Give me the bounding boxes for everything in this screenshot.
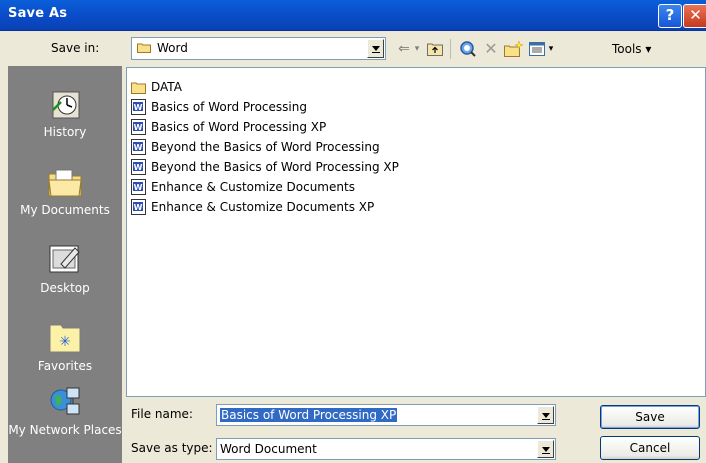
file-name: Basics of Word Processing XP: [151, 120, 327, 134]
toolbar-separator: [450, 39, 451, 59]
place-history[interactable]: History: [8, 86, 122, 139]
word-document-icon: W: [131, 179, 146, 195]
network-places-icon: [50, 387, 80, 415]
save-in-value: Word: [157, 41, 188, 55]
place-favorites[interactable]: ✳ Favorites: [8, 320, 122, 373]
up-one-level-icon[interactable]: [426, 40, 444, 58]
dropdown-arrow-icon[interactable]: [367, 39, 384, 58]
svg-text:W: W: [134, 143, 143, 152]
help-button[interactable]: ?: [658, 4, 682, 28]
history-icon: [52, 91, 80, 119]
save-as-type-value: Word Document: [220, 442, 317, 456]
word-document-icon: W: [131, 139, 146, 155]
new-folder-icon[interactable]: [504, 40, 524, 58]
svg-text:W: W: [134, 103, 143, 112]
folder-icon: [131, 82, 146, 94]
word-document-icon: W: [131, 159, 146, 175]
file-name-label: File name:: [131, 407, 193, 421]
search-web-icon[interactable]: [458, 40, 478, 58]
save-in-dropdown[interactable]: Word: [131, 37, 386, 60]
file-name: Basics of Word Processing: [151, 100, 307, 114]
place-label: Favorites: [37, 359, 93, 373]
word-document-icon: W: [131, 199, 146, 215]
svg-text:W: W: [134, 183, 143, 192]
file-name: DATA: [151, 80, 182, 94]
views-icon[interactable]: [528, 40, 546, 58]
dropdown-arrow-icon[interactable]: [537, 440, 554, 458]
save-button[interactable]: Save: [600, 405, 700, 429]
file-name: Beyond the Basics of Word Processing XP: [151, 160, 399, 174]
back-dropdown-icon[interactable]: ▾: [412, 40, 422, 58]
dropdown-arrow-icon[interactable]: [537, 406, 554, 424]
svg-text:W: W: [134, 163, 143, 172]
close-button[interactable]: ✕: [683, 4, 706, 28]
word-document-icon: W: [131, 119, 146, 135]
svg-text:W: W: [134, 123, 143, 132]
place-label: Desktop: [40, 281, 90, 295]
place-my-network-places[interactable]: My Network Places: [8, 384, 122, 437]
my-documents-icon: [48, 169, 82, 197]
file-name: Beyond the Basics of Word Processing: [151, 140, 380, 154]
views-dropdown-icon[interactable]: ▾: [546, 40, 556, 58]
title-bar[interactable]: Save As ? ✕: [0, 0, 706, 31]
svg-text:W: W: [134, 203, 143, 212]
place-label: History: [43, 125, 87, 139]
svg-text:✳: ✳: [59, 334, 71, 350]
folder-icon: [137, 43, 151, 53]
file-list[interactable]: DATA W Basics of Word Processing W Basic…: [126, 67, 706, 397]
file-name-value[interactable]: Basics of Word Processing XP: [220, 408, 398, 422]
desktop-icon: [49, 245, 80, 273]
place-label: My Network Places: [8, 423, 122, 437]
window-title: Save As: [8, 6, 68, 21]
place-label: My Documents: [20, 203, 110, 217]
file-name: Enhance & Customize Documents XP: [151, 200, 375, 214]
back-arrow-icon[interactable]: ⇐: [396, 40, 412, 58]
delete-icon[interactable]: ✕: [482, 40, 500, 58]
save-in-label: Save in:: [51, 41, 100, 55]
cancel-button[interactable]: Cancel: [600, 436, 700, 460]
save-as-type-dropdown[interactable]: Word Document: [216, 438, 556, 460]
place-my-documents[interactable]: My Documents: [8, 164, 122, 217]
save-as-type-label: Save as type:: [131, 441, 213, 455]
favorites-icon: ✳: [49, 324, 81, 353]
file-name-input[interactable]: Basics of Word Processing XP: [216, 404, 556, 426]
tools-menu[interactable]: Tools ▾: [612, 42, 651, 56]
word-document-icon: W: [131, 99, 146, 115]
places-bar: History My Documents Desktop ✳ Favorites: [8, 66, 122, 463]
place-desktop[interactable]: Desktop: [8, 242, 122, 295]
file-name: Enhance & Customize Documents: [151, 180, 355, 194]
